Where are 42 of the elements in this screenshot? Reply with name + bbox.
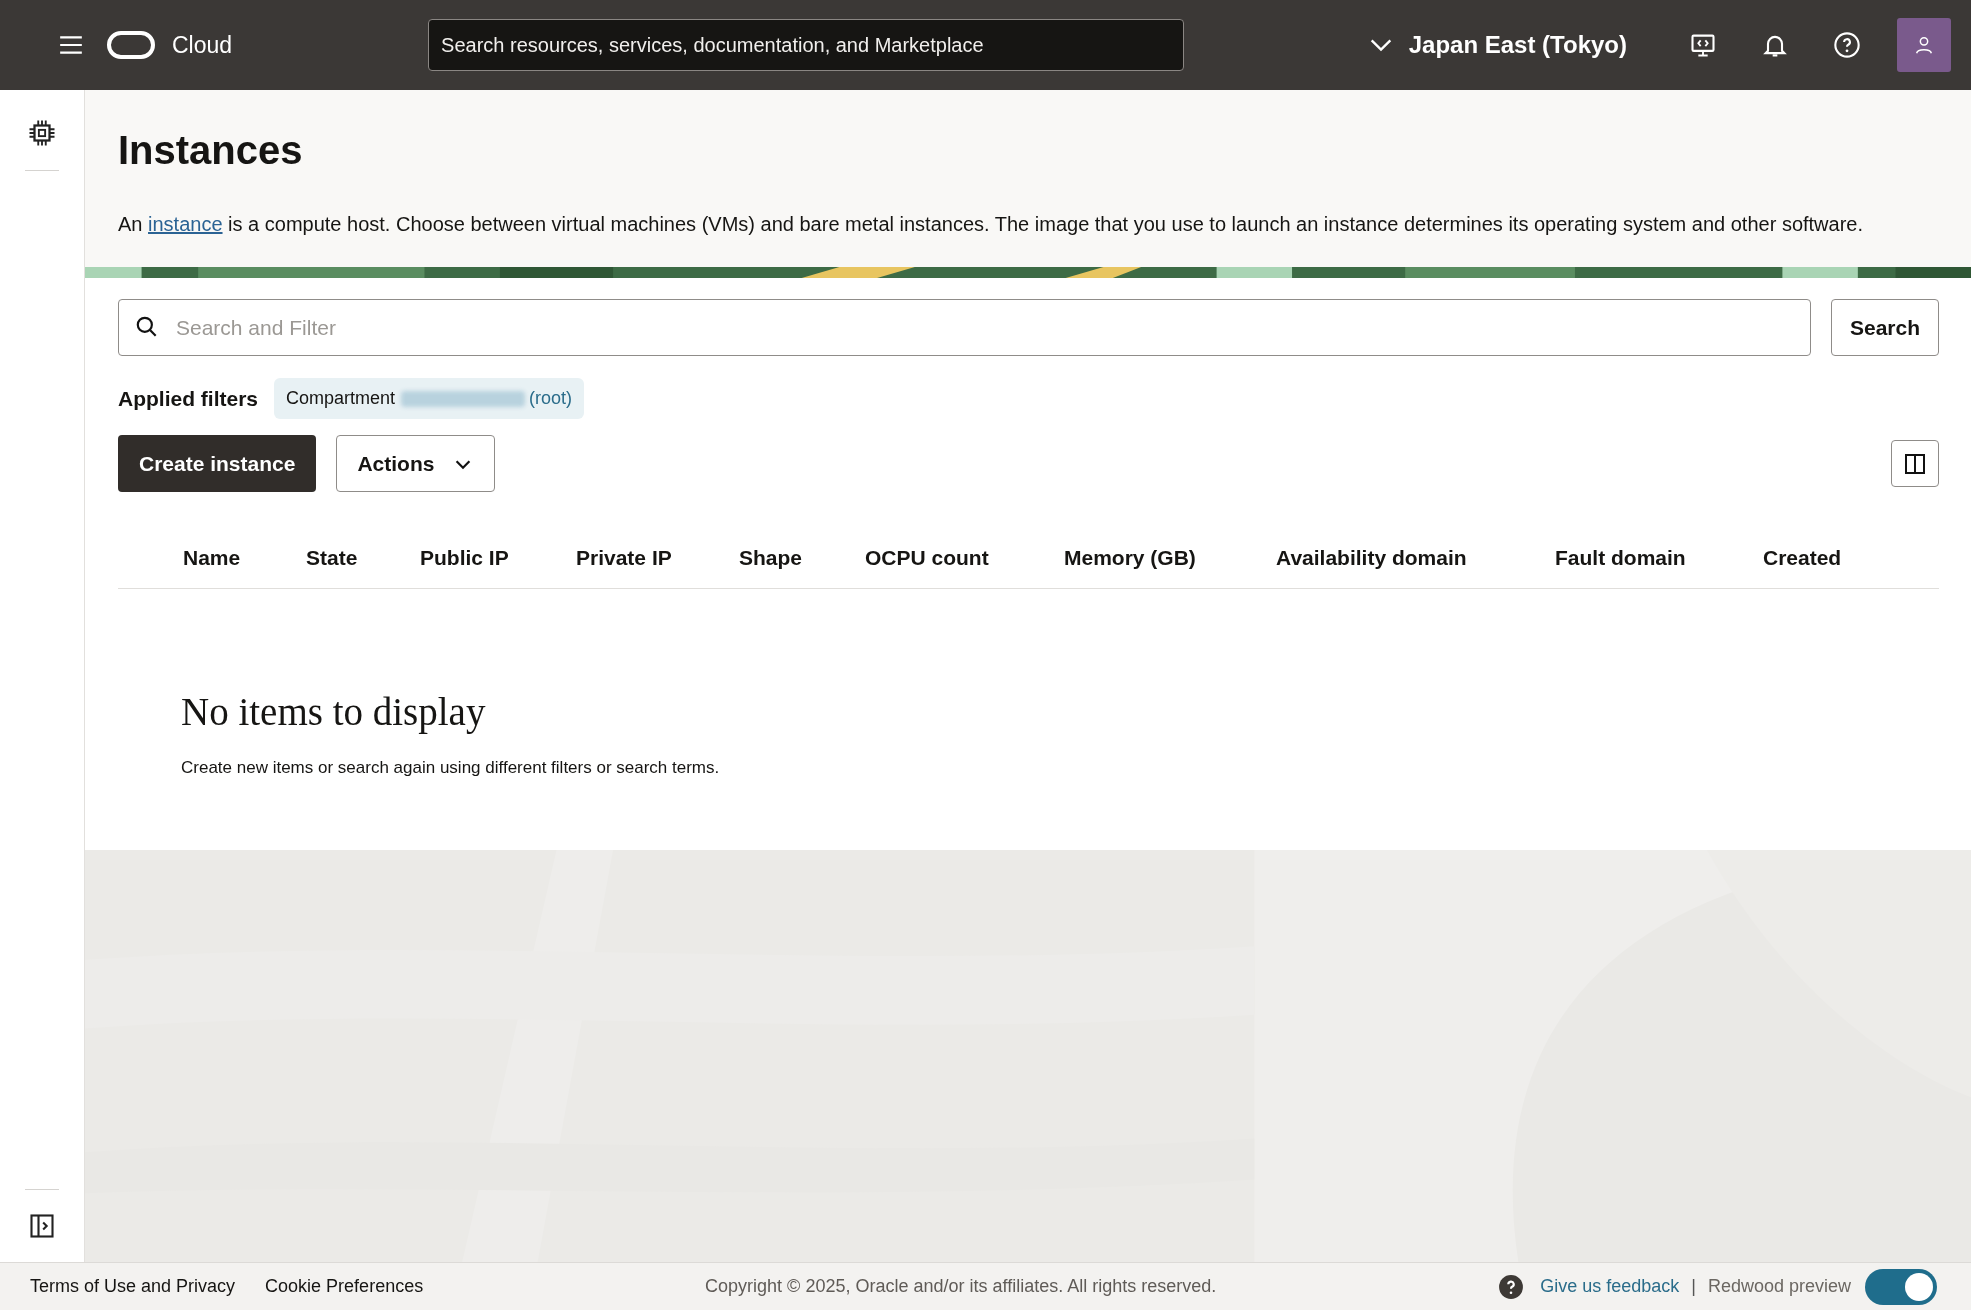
brand-title: Cloud — [172, 31, 233, 59]
footer-link[interactable]: Cookie Preferences — [265, 1276, 424, 1297]
feedback-link[interactable]: Give us feedback — [1540, 1276, 1680, 1297]
preview-toggle[interactable] — [1865, 1268, 1937, 1305]
columns-icon — [1903, 451, 1927, 476]
column-header[interactable]: Created — [1763, 546, 1842, 569]
page-description: An instance is a compute host. Choose between virtual machines (VMs) and bare metal instances. The image that you use to launch an instance determines its operating system and other software. — [118, 213, 1865, 236]
column-header[interactable]: Public IP — [420, 546, 509, 569]
separator: | — [1691, 1276, 1696, 1297]
expand-panel-icon[interactable] — [28, 1212, 56, 1240]
avatar-button[interactable] — [1897, 18, 1951, 72]
user-icon — [1913, 34, 1935, 56]
chip-label: Compartment — [286, 388, 396, 409]
chip-icon[interactable] — [27, 118, 57, 148]
copyright-text: Copyright © 2025, Oracle and/or its affiliates. All rights reserved. — [705, 1276, 1217, 1297]
region-selector[interactable]: Japan East (Tokyo) — [1366, 31, 1627, 59]
column-header[interactable]: Fault domain — [1555, 546, 1686, 569]
column-header[interactable]: Name — [183, 546, 241, 569]
empty-state-text: Create new items or search again using different filters or search terms. — [181, 758, 721, 778]
filter-chip[interactable]: Compartment (root) — [274, 378, 585, 419]
applied-filters-label: Applied filters — [118, 386, 259, 411]
footer-link[interactable]: Terms of Use and Privacy — [30, 1276, 236, 1297]
column-header[interactable]: Availability domain — [1276, 546, 1467, 569]
search-button[interactable]: Search — [1831, 299, 1939, 356]
column-header[interactable]: Memory (GB) — [1064, 546, 1196, 569]
columns-button[interactable] — [1891, 440, 1939, 487]
help-icon[interactable] — [1833, 31, 1861, 59]
search-field[interactable]: Search resources, services, documentation, and Marketplace — [428, 19, 1185, 71]
column-header[interactable]: OCPU count — [865, 546, 989, 569]
create-instance-button[interactable]: Create instance — [118, 435, 317, 492]
empty-state-title: No items to display — [181, 689, 487, 734]
column-header[interactable]: Private IP — [576, 546, 672, 569]
page-title: Instances — [118, 128, 304, 173]
chip-value: (root) — [529, 388, 573, 409]
actions-button[interactable]: Actions — [336, 435, 496, 492]
search-filter-field[interactable]: Search and Filter — [118, 299, 1811, 356]
logo-icon — [106, 30, 156, 60]
column-header[interactable]: Shape — [739, 546, 803, 569]
preview-label: Redwood preview — [1707, 1276, 1851, 1297]
column-header[interactable]: State — [306, 546, 358, 569]
instance-link[interactable]: instance — [148, 213, 223, 235]
help-icon[interactable] — [1498, 1273, 1525, 1300]
